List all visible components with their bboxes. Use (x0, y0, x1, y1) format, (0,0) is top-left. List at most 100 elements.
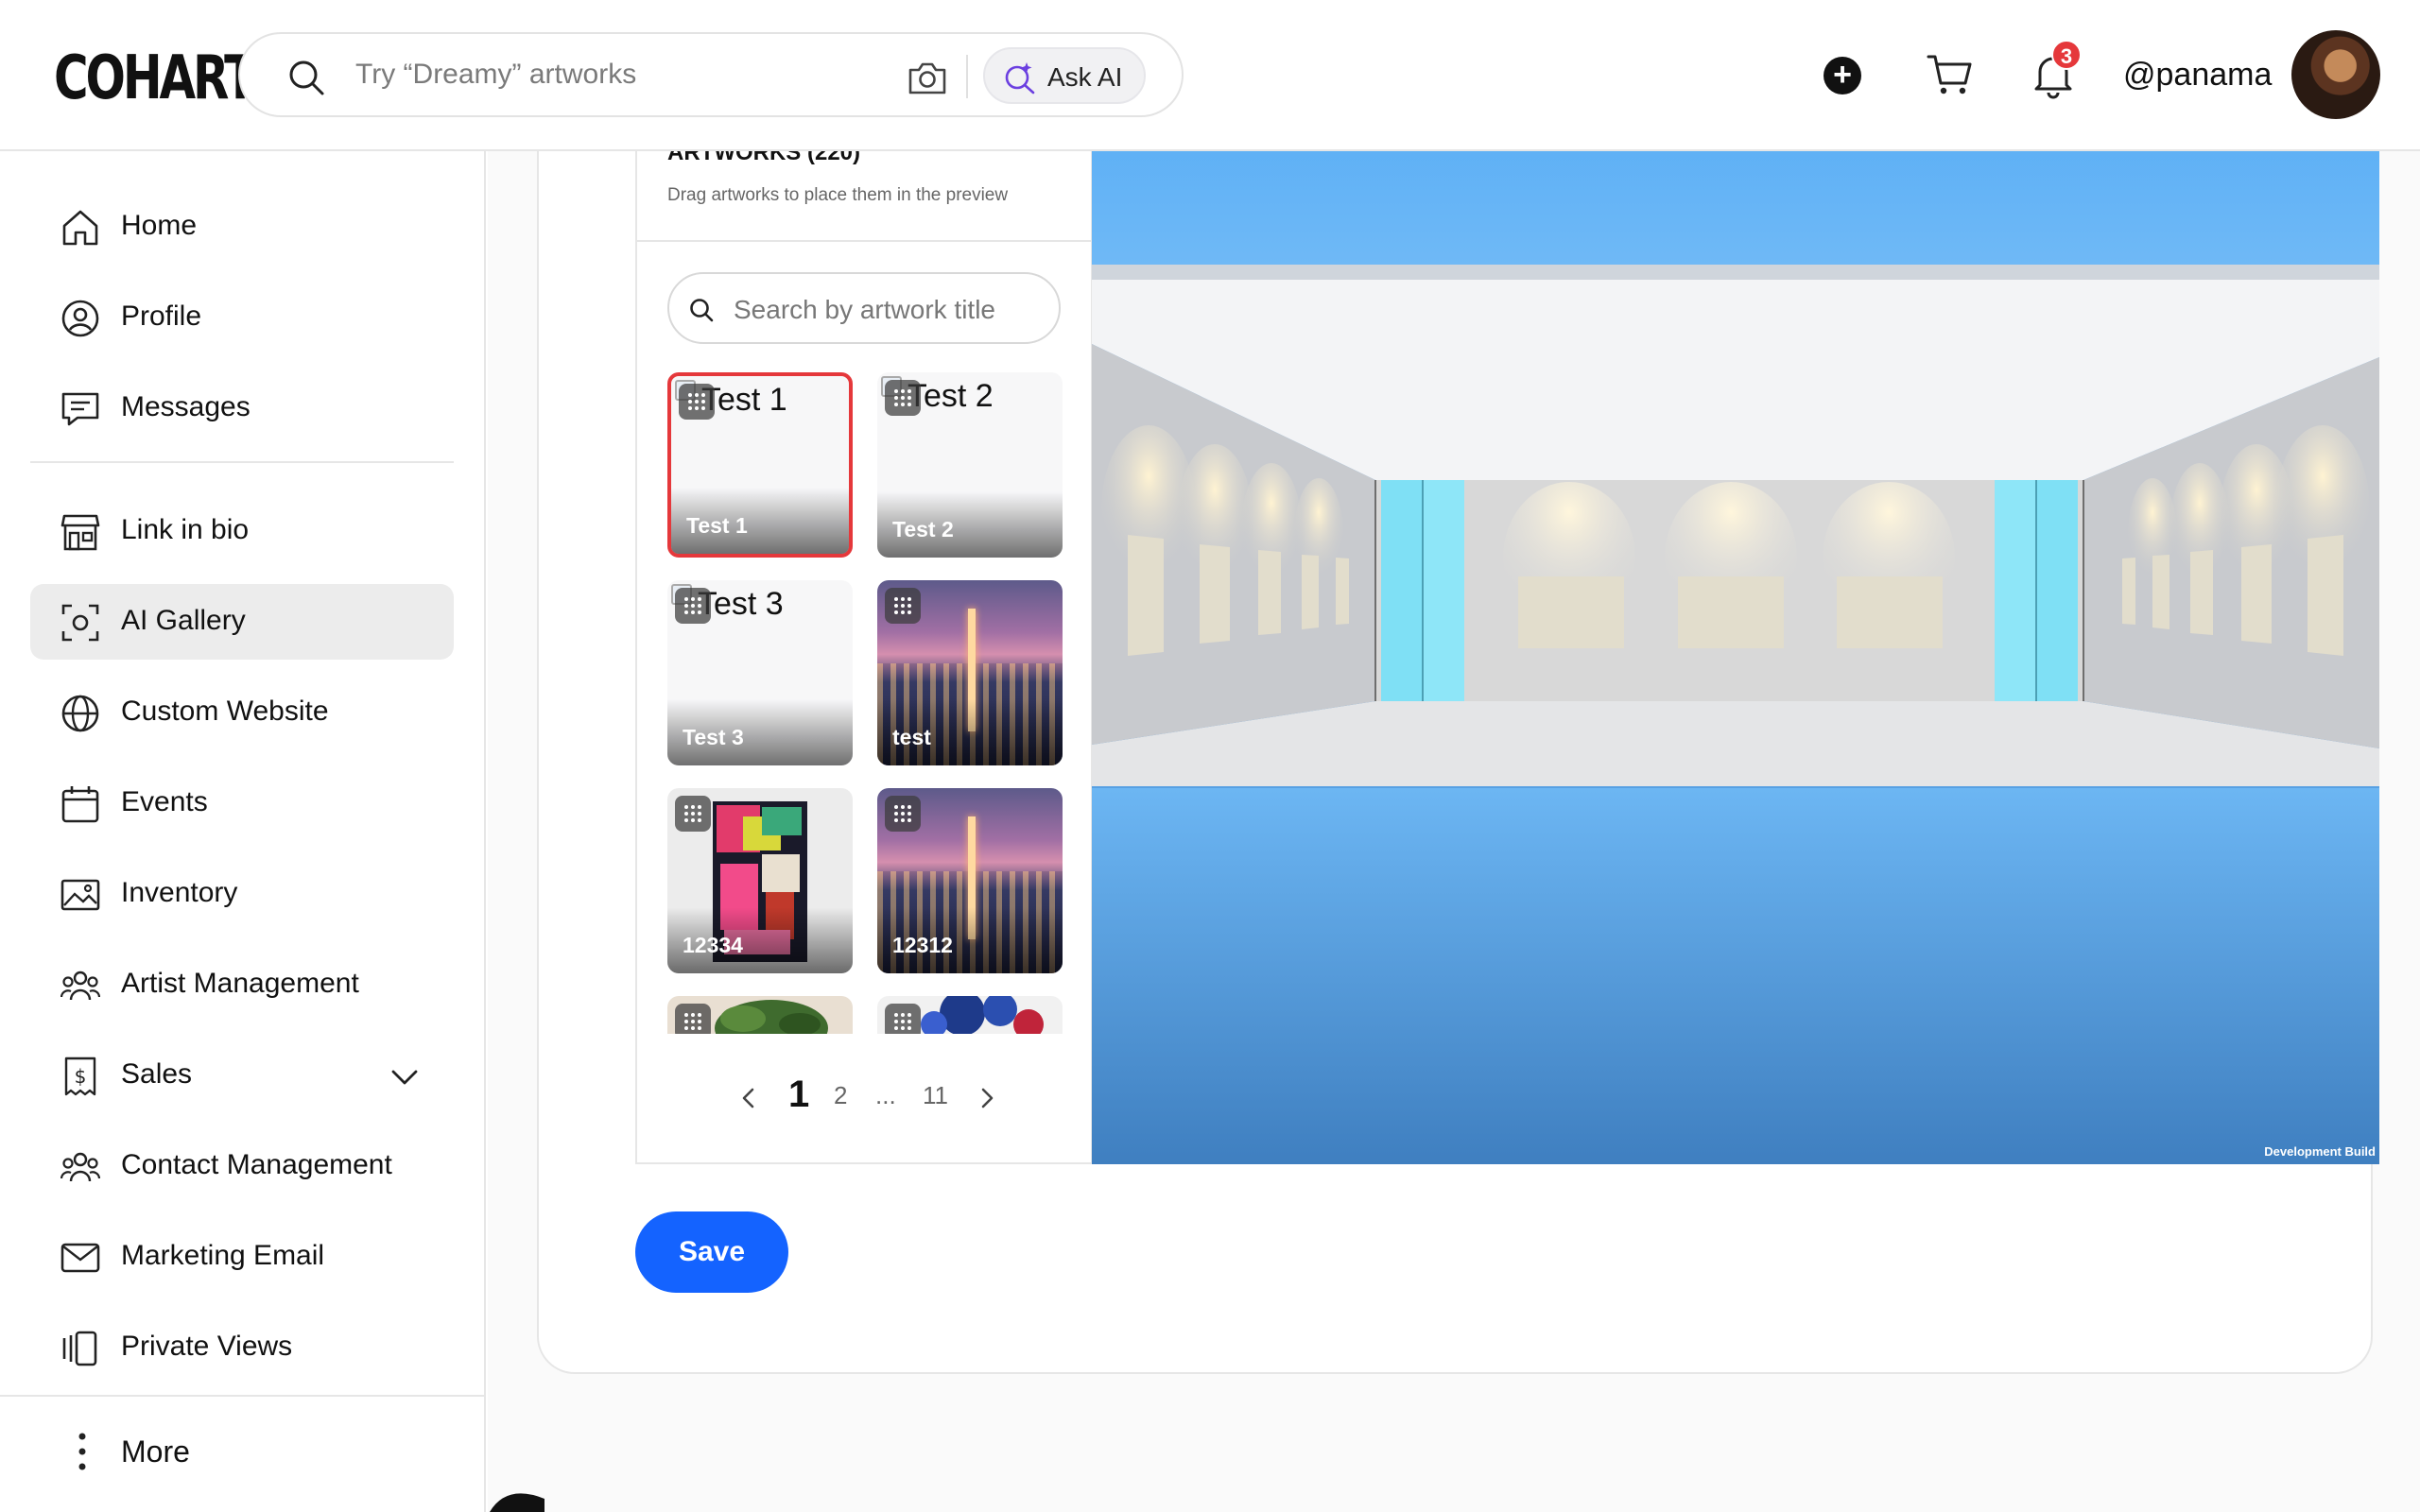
drag-handle-icon[interactable] (675, 588, 711, 624)
search-placeholder[interactable]: Try “Dreamy” artworks (355, 59, 636, 91)
sidebar-item-contact-management[interactable]: Contact Management (30, 1128, 454, 1204)
dollar-receipt-icon: $ (64, 1057, 96, 1096)
artwork-search-placeholder: Search by artwork title (734, 295, 995, 324)
sidebar-item-profile[interactable]: Profile (30, 280, 454, 355)
artwork-tile[interactable]: Test 2 Test 2 (877, 372, 1063, 558)
artwork-caption: Test 1 (686, 513, 748, 538)
top-header: COHART Try “Dreamy” artworks Ask AI + 3 … (0, 0, 2420, 151)
cart-icon[interactable] (1927, 53, 1974, 96)
drag-handle-icon[interactable] (675, 1004, 711, 1034)
artwork-tile[interactable]: Test 3 Test 3 (667, 580, 853, 765)
create-plus-icon[interactable]: + (1824, 57, 1861, 94)
drag-handle-icon[interactable] (675, 796, 711, 832)
chevron-right-icon[interactable] (974, 1085, 1000, 1111)
chat-icon (61, 392, 99, 426)
globe-icon (61, 695, 99, 732)
camera-icon[interactable] (907, 59, 948, 96)
search-divider (966, 55, 968, 98)
calendar-icon (61, 786, 99, 823)
sidebar-item-events[interactable]: Events (30, 765, 454, 841)
artwork-tile[interactable] (667, 996, 853, 1034)
sidebar-divider (30, 461, 454, 463)
artwork-grid: Test 1 Test 1 Test 2 Test 2 Test 3 Test … (667, 372, 1064, 1034)
svg-text:$: $ (75, 1065, 87, 1088)
gallery-3d-preview[interactable]: Development Build (1092, 113, 2379, 1164)
sidebar-item-label: Inventory (121, 877, 238, 908)
sidebar-item-sales[interactable]: $ Sales (30, 1038, 454, 1113)
artwork-tile[interactable]: test (877, 580, 1063, 765)
artwork-caption: 12312 (892, 933, 953, 957)
more-vertical-icon (78, 1433, 86, 1470)
sidebar-item-custom-website[interactable]: Custom Website (30, 675, 454, 750)
mail-icon (60, 1243, 100, 1273)
sidebar-item-label: Messages (121, 391, 251, 422)
ask-ai-label: Ask AI (1047, 62, 1123, 92)
ask-ai-button[interactable]: Ask AI (983, 47, 1146, 104)
page-1[interactable]: 1 (788, 1074, 809, 1116)
sidebar-item-label: Marketing Email (121, 1240, 325, 1271)
sidebar-item-label: Profile (121, 301, 202, 332)
artwork-caption: Test 2 (892, 517, 954, 541)
sidebar-item-marketing-email[interactable]: Marketing Email (30, 1219, 454, 1295)
scan-icon (61, 604, 99, 642)
artwork-tile[interactable]: 12312 (877, 788, 1063, 973)
user-circle-icon (61, 300, 99, 337)
artwork-tile[interactable] (877, 996, 1063, 1034)
artwork-caption: 12334 (683, 933, 743, 957)
sidebar-item-home[interactable]: Home (30, 189, 454, 265)
artworks-subtitle: Drag artworks to place them in the previ… (667, 185, 1009, 205)
sidebar-item-ai-gallery[interactable]: AI Gallery (30, 584, 454, 660)
image-icon (60, 879, 100, 911)
page-2[interactable]: 2 (834, 1081, 847, 1110)
decorative-curve (490, 1493, 544, 1512)
artwork-caption: test (892, 725, 931, 749)
sidebar-item-label: Artist Management (121, 968, 359, 999)
panel-divider (637, 240, 1091, 242)
more-label: More (121, 1435, 190, 1469)
ai-sparkle-search-icon (1005, 62, 1035, 94)
sidebar-item-label: Link in bio (121, 514, 250, 545)
avatar[interactable] (2291, 30, 2380, 119)
sidebar-item-messages[interactable]: Messages (30, 370, 454, 446)
sidebar-item-label: Contact Management (121, 1149, 392, 1180)
development-build-watermark: Development Build (2264, 1144, 2376, 1159)
global-search-bar[interactable]: Try “Dreamy” artworks Ask AI (238, 32, 1184, 117)
cohart-logo[interactable]: COHART (54, 43, 256, 113)
sidebar-item-label: Custom Website (121, 696, 329, 727)
sidebar-item-artist-management[interactable]: Artist Management (30, 947, 454, 1022)
page-11[interactable]: 11 (923, 1081, 948, 1110)
save-button[interactable]: Save (635, 1211, 788, 1293)
sidebar-item-label: Sales (121, 1058, 193, 1090)
drag-handle-icon[interactable] (885, 380, 921, 416)
gallery-room-render (1092, 113, 2379, 1164)
artworks-panel: ARTWORKS (220) Drag artworks to place th… (635, 113, 1093, 1164)
pagination: 1 2 ... 11 (637, 1074, 1091, 1132)
notification-badge: 3 (2051, 40, 2082, 70)
artwork-caption: Test 3 (683, 725, 744, 749)
search-icon (289, 60, 324, 95)
drag-handle-icon[interactable] (885, 1004, 921, 1034)
home-icon (62, 210, 98, 246)
group-icon (60, 1152, 100, 1182)
drag-handle-icon[interactable] (885, 796, 921, 832)
sidebar-item-label: Events (121, 786, 208, 817)
chevron-down-icon[interactable] (388, 1060, 422, 1094)
group-icon (60, 971, 100, 1001)
sidebar-item-link-in-bio[interactable]: Link in bio (30, 493, 454, 569)
artwork-search-input[interactable]: Search by artwork title (667, 272, 1061, 344)
search-icon (690, 299, 714, 322)
drag-handle-icon[interactable] (885, 588, 921, 624)
main-content: ARTWORKS (220) Drag artworks to place th… (488, 113, 2420, 1512)
sidebar-item-inventory[interactable]: Inventory (30, 856, 454, 932)
chevron-left-icon[interactable] (735, 1085, 762, 1111)
artwork-tile[interactable]: 12334 (667, 788, 853, 973)
sidebar-item-private-views[interactable]: Private Views (30, 1310, 454, 1385)
cards-icon (62, 1331, 97, 1366)
sidebar-item-more[interactable]: More (30, 1416, 454, 1491)
page-ellipsis: ... (875, 1081, 896, 1109)
sidebar-divider (0, 1395, 486, 1397)
artwork-tile[interactable]: Test 1 Test 1 (667, 372, 853, 558)
drag-handle-icon[interactable] (679, 384, 715, 420)
username[interactable]: @panama (2123, 57, 2272, 94)
sidebar-item-label: AI Gallery (121, 605, 246, 636)
